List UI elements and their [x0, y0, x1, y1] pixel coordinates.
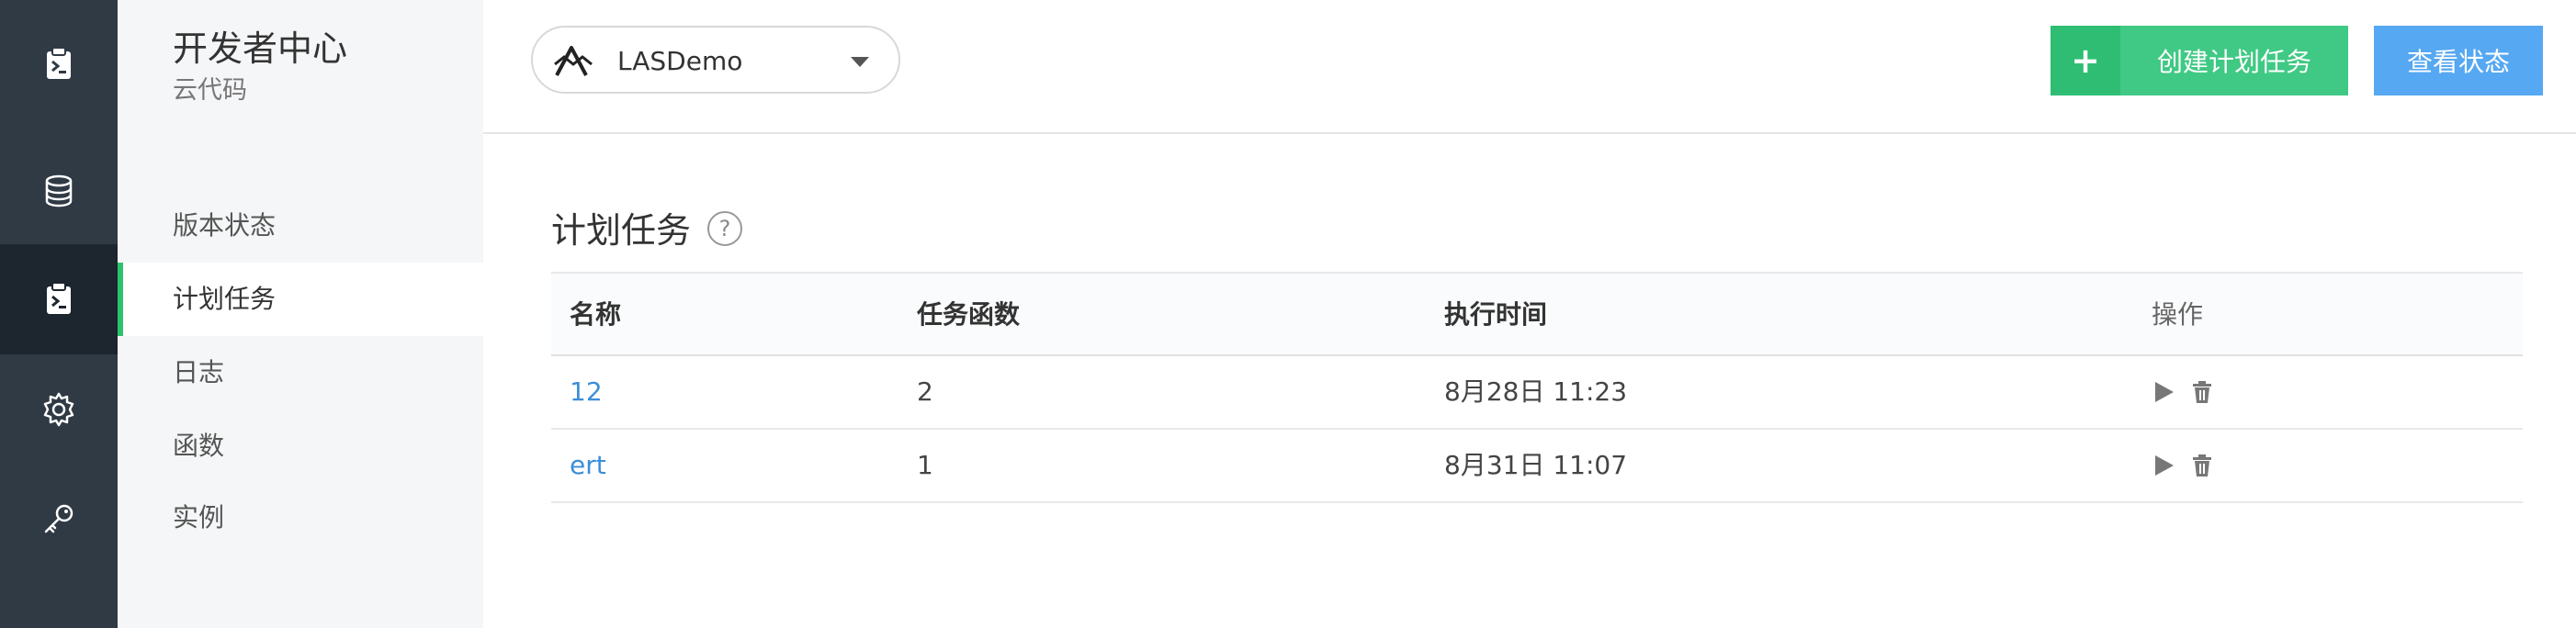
sidebar-item-version-status[interactable]: 版本状态 [118, 189, 483, 263]
view-status-button[interactable]: 查看状态 [2374, 26, 2543, 95]
create-scheduled-task-button[interactable]: + 创建计划任务 [2051, 26, 2348, 95]
cloud-code-icon [47, 47, 71, 79]
table-row: 12 2 8月28日 11:23 [551, 356, 2523, 430]
app-root: 开发者中心 云代码 版本状态 计划任务 日志 函数 实例 LASDemo + 创… [0, 0, 2576, 628]
rail-item-cloud-code-active[interactable] [0, 244, 118, 354]
play-icon[interactable] [2152, 454, 2175, 477]
key-icon [44, 504, 73, 533]
table-row: ert 1 8月31日 11:07 [551, 430, 2523, 503]
main-content: 计划任务 ? 名称 任务函数 执行时间 操作 12 2 8月28日 11:23 [483, 136, 2576, 628]
column-header-name: 名称 [570, 299, 622, 330]
column-header-time: 执行时间 [1444, 299, 1548, 330]
trash-icon[interactable] [2190, 454, 2214, 477]
task-time: 8月31日 11:07 [1444, 450, 1628, 480]
rail-item-storage[interactable] [0, 136, 118, 246]
sidebar-item-instances[interactable]: 实例 [118, 481, 483, 555]
task-name-link[interactable]: ert [570, 430, 606, 501]
chevron-down-icon [851, 57, 869, 67]
rail-item-cloud-code[interactable] [0, 9, 118, 119]
page-title: 计划任务 [551, 210, 692, 251]
top-bar: LASDemo + 创建计划任务 查看状态 [483, 0, 2576, 134]
icon-rail [0, 0, 118, 628]
row-actions [2152, 454, 2214, 477]
task-function: 2 [917, 376, 933, 407]
sidebar-title: 开发者中心 [173, 28, 348, 69]
rail-item-settings[interactable] [0, 354, 118, 465]
task-function: 1 [917, 450, 933, 480]
play-icon[interactable] [2152, 380, 2175, 404]
database-icon [45, 174, 73, 207]
sidebar-subtitle: 云代码 [173, 76, 247, 105]
row-actions [2152, 380, 2214, 404]
app-selector[interactable]: LASDemo [531, 26, 900, 94]
sidebar-item-scheduled-tasks[interactable]: 计划任务 [118, 263, 483, 336]
app-logo-icon [554, 46, 593, 76]
sidebar-item-functions[interactable]: 函数 [118, 409, 483, 483]
scheduled-tasks-table: 名称 任务函数 执行时间 操作 12 2 8月28日 11:23 ert 1 8… [551, 272, 2523, 503]
cloud-code-icon [47, 282, 71, 314]
help-icon[interactable]: ? [707, 211, 742, 246]
secondary-sidebar: 开发者中心 云代码 版本状态 计划任务 日志 函数 实例 [118, 0, 483, 628]
app-selector-name: LASDemo [617, 46, 743, 76]
gear-icon [43, 392, 74, 427]
column-header-actions: 操作 [2152, 299, 2204, 330]
task-time: 8月28日 11:23 [1444, 376, 1628, 407]
sidebar-item-logs[interactable]: 日志 [118, 336, 483, 409]
create-scheduled-task-label: 创建计划任务 [2156, 47, 2311, 77]
task-name-link[interactable]: 12 [570, 356, 603, 428]
table-header: 名称 任务函数 执行时间 操作 [551, 272, 2523, 356]
trash-icon[interactable] [2190, 380, 2214, 404]
plus-icon: + [2051, 26, 2120, 95]
rail-item-keys[interactable] [0, 465, 118, 575]
column-header-function: 任务函数 [917, 299, 1021, 330]
